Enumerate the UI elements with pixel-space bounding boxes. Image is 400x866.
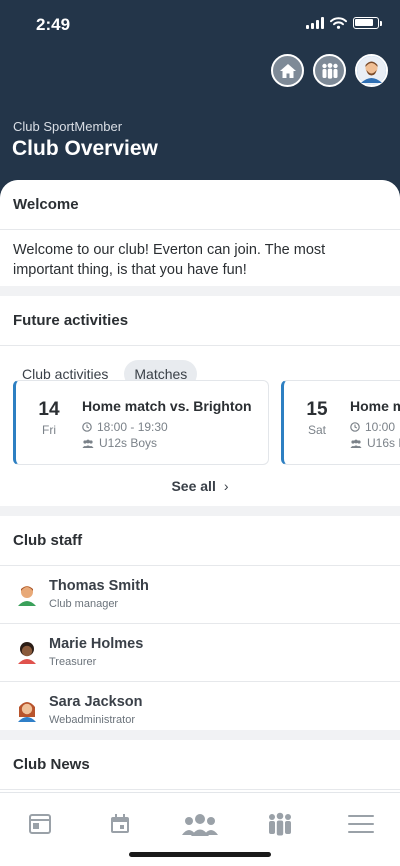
signal-icon bbox=[306, 17, 324, 29]
welcome-card: Welcome Welcome to our club! Everton can… bbox=[0, 180, 400, 286]
avatar-marie-icon bbox=[18, 642, 36, 664]
home-icon bbox=[279, 63, 296, 78]
clock-icon bbox=[350, 422, 360, 432]
activity-weekday: Fri bbox=[42, 423, 56, 437]
activity-team: U12s Boys bbox=[82, 436, 157, 450]
club-staff-card: Club staff Thomas Smith Club manager Mar… bbox=[0, 516, 400, 730]
nav-calendar[interactable] bbox=[105, 811, 135, 837]
team-icon bbox=[321, 62, 338, 79]
activity-card[interactable]: 14 Fri Home match vs. Brighton 18:00 - 1… bbox=[13, 380, 269, 465]
staff-row[interactable]: Marie Holmes Treasurer bbox=[0, 624, 400, 682]
group-icon bbox=[350, 439, 362, 448]
app-header: 2:49 Club SportMember Club Overview bbox=[0, 0, 400, 200]
club-staff-title: Club staff bbox=[0, 516, 400, 566]
battery-tip bbox=[380, 20, 382, 26]
home-button[interactable] bbox=[271, 54, 304, 87]
activity-day: 14 bbox=[38, 399, 60, 420]
staff-role: Club manager bbox=[49, 598, 119, 610]
staff-row[interactable]: Thomas Smith Club manager bbox=[0, 566, 400, 624]
nav-teams[interactable] bbox=[265, 811, 295, 837]
activity-time-text: 10:00 bbox=[365, 420, 396, 434]
staff-name: Thomas Smith bbox=[49, 578, 149, 594]
nav-members[interactable] bbox=[180, 811, 220, 837]
staff-row[interactable]: Sara Jackson Webadministrator bbox=[0, 682, 400, 740]
activity-team: U16s B bbox=[350, 436, 400, 450]
avatar-thomas-icon bbox=[18, 586, 36, 606]
home-indicator bbox=[129, 852, 271, 857]
members-icon bbox=[182, 814, 218, 836]
profile-avatar[interactable] bbox=[355, 54, 388, 87]
activity-team-text: U16s B bbox=[367, 436, 400, 450]
nav-menu[interactable] bbox=[346, 811, 376, 837]
club-subtitle: Club SportMember bbox=[13, 119, 123, 134]
staff-role: Webadministrator bbox=[49, 714, 135, 726]
welcome-title: Welcome bbox=[0, 180, 400, 230]
header-actions bbox=[271, 54, 388, 87]
battery-icon bbox=[353, 17, 379, 29]
future-activities-title: Future activities bbox=[0, 296, 400, 346]
welcome-text: Welcome to our club! Everton can join. T… bbox=[13, 242, 326, 278]
avatar-sara-icon bbox=[18, 702, 36, 722]
calendar-icon bbox=[111, 814, 129, 833]
status-time: 2:49 bbox=[36, 15, 71, 34]
menu-icon bbox=[348, 815, 374, 833]
clock-icon bbox=[82, 422, 92, 432]
news-icon bbox=[29, 814, 51, 834]
activity-time: 18:00 - 19:30 bbox=[82, 420, 168, 434]
teams-icon bbox=[269, 812, 291, 836]
staff-name: Sara Jackson bbox=[49, 694, 143, 710]
activity-time-text: 18:00 - 19:30 bbox=[97, 420, 168, 434]
activity-time: 10:00 bbox=[350, 420, 395, 434]
activity-title: Home m bbox=[350, 398, 400, 414]
team-button[interactable] bbox=[313, 54, 346, 87]
nav-news[interactable] bbox=[25, 811, 55, 837]
page-title: Club Overview bbox=[12, 137, 158, 160]
see-all-link[interactable]: See all › bbox=[0, 478, 400, 494]
activity-title: Home match vs. Brighton bbox=[82, 398, 252, 414]
staff-role: Treasurer bbox=[49, 656, 97, 668]
activity-team-text: U12s Boys bbox=[99, 436, 158, 450]
activity-day: 15 bbox=[306, 399, 328, 420]
activity-weekday: Sat bbox=[307, 423, 326, 437]
see-all-label: See all bbox=[171, 478, 216, 494]
chevron-right-icon: › bbox=[223, 478, 229, 494]
avatar-icon bbox=[357, 56, 386, 85]
main-content[interactable]: Welcome Welcome to our club! Everton can… bbox=[0, 180, 400, 806]
group-icon bbox=[82, 439, 94, 448]
status-icons bbox=[306, 17, 382, 29]
staff-name: Marie Holmes bbox=[49, 636, 144, 652]
status-bar: 2:49 bbox=[0, 0, 400, 50]
activity-card[interactable]: 15 Sat Home m 10:00 U16s B bbox=[281, 380, 400, 465]
wifi-icon bbox=[330, 17, 347, 29]
club-news-title: Club News bbox=[0, 740, 400, 790]
